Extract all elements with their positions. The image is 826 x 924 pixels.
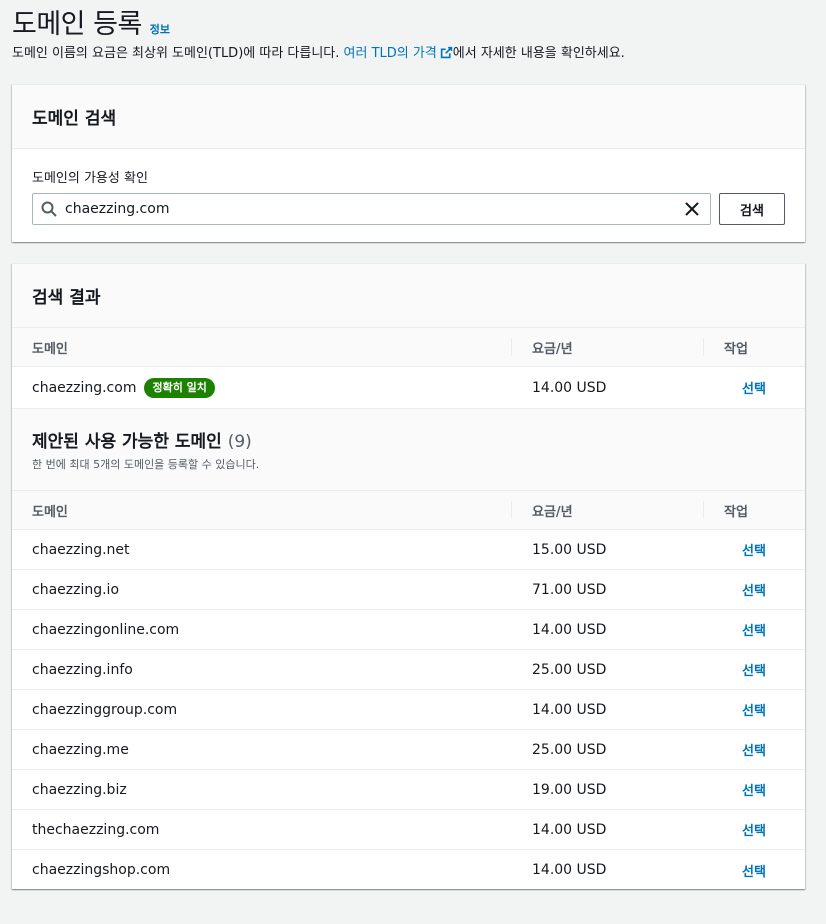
search-button[interactable]: 검색 — [719, 193, 785, 225]
table-row: chaezzing.info 25.00 USD 선택 — [12, 650, 805, 690]
results-panel-title: 검색 결과 — [32, 288, 101, 308]
suggested-domains-header: 제안된 사용 가능한 도메인 (9) 한 번에 최대 5개의 도메인을 등록할 … — [12, 409, 805, 491]
domain-price: 14.00 USD — [532, 821, 607, 838]
search-panel-title: 도메인 검색 — [32, 109, 117, 129]
table-row: chaezzingonline.com 14.00 USD 선택 — [12, 610, 805, 650]
select-link[interactable]: 선택 — [742, 660, 766, 679]
table-row: thechaezzing.com 14.00 USD 선택 — [12, 810, 805, 850]
desc-prefix: 도메인 이름의 요금은 최상위 도메인(TLD)에 따라 다릅니다. — [12, 46, 344, 61]
column-header-action: 작업 — [724, 341, 748, 357]
column-header-action: 작업 — [724, 504, 748, 520]
domain-search-panel: 도메인 검색 도메인의 가용성 확인 검색 — [12, 84, 805, 242]
select-link[interactable]: 선택 — [742, 861, 766, 880]
close-icon[interactable] — [682, 199, 702, 219]
domain-price: 15.00 USD — [532, 541, 607, 558]
availability-label: 도메인의 가용성 확인 — [32, 171, 148, 186]
select-link[interactable]: 선택 — [742, 740, 766, 759]
column-header-price[interactable]: 요금/년 — [512, 328, 704, 366]
suggested-count: (9) — [227, 432, 252, 452]
domain-price: 14.00 USD — [532, 862, 607, 878]
table-row: chaezzing.me 25.00 USD 선택 — [12, 730, 805, 770]
domain-price: 71.00 USD — [532, 581, 607, 598]
desc-suffix: 에서 자세한 내용을 확인하세요. — [452, 46, 625, 61]
domain-search-field[interactable] — [32, 193, 711, 225]
exact-match-badge: 정확히 일치 — [144, 377, 215, 398]
table-row: chaezzinggroup.com 14.00 USD 선택 — [12, 690, 805, 730]
exact-match-row: chaezzing.com 정확히 일치 14.00 USD 선택 — [12, 367, 805, 409]
tld-pricing-link[interactable]: 여러 TLD의 가격 — [344, 46, 453, 61]
domain-search-input[interactable] — [65, 195, 682, 223]
page-header: 도메인 등록 정보 도메인 이름의 요금은 최상위 도메인(TLD)에 따라 다… — [12, 0, 812, 61]
domain-price: 19.00 USD — [532, 781, 607, 798]
domain-price: 14.00 USD — [532, 621, 607, 638]
suggested-description: 한 번에 최대 5개의 도메인을 등록할 수 있습니다. — [32, 458, 260, 471]
domain-name: chaezzing.biz — [32, 781, 127, 798]
table-row: chaezzing.biz 19.00 USD 선택 — [12, 770, 805, 810]
select-link[interactable]: 선택 — [742, 820, 766, 839]
table-row: chaezzing.io 71.00 USD 선택 — [12, 570, 805, 610]
domain-name: chaezzinggroup.com — [32, 701, 178, 718]
results-panel-header: 검색 결과 — [12, 264, 805, 328]
select-link[interactable]: 선택 — [742, 620, 766, 639]
domain-name: thechaezzing.com — [32, 821, 160, 838]
domain-price: 14.00 USD — [532, 701, 607, 718]
select-link[interactable]: 선택 — [742, 780, 766, 799]
search-panel-header: 도메인 검색 — [12, 85, 805, 149]
domain-name: chaezzingonline.com — [32, 621, 180, 638]
domain-price: 25.00 USD — [532, 661, 607, 678]
domain-price: 14.00 USD — [532, 379, 607, 396]
table-header: 도메인 요금/년 작업 — [12, 328, 805, 367]
select-link[interactable]: 선택 — [742, 700, 766, 719]
tld-pricing-link-label[interactable]: 여러 TLD의 가격 — [344, 46, 437, 61]
search-icon — [41, 201, 57, 217]
info-link[interactable]: 정보 — [150, 21, 170, 37]
suggested-table-header: 도메인 요금/년 작업 — [12, 491, 805, 530]
table-row: chaezzing.net 15.00 USD 선택 — [12, 530, 805, 570]
suggested-rows: chaezzing.net 15.00 USD 선택 chaezzing.io … — [12, 530, 805, 890]
select-link[interactable]: 선택 — [742, 580, 766, 599]
column-header-domain[interactable]: 도메인 — [12, 328, 512, 366]
domain-name: chaezzing.info — [32, 661, 133, 678]
domain-name: chaezzing.net — [32, 541, 130, 558]
domain-name: chaezzing.com — [32, 379, 137, 396]
table-row: chaezzingshop.com 14.00 USD 선택 — [12, 850, 805, 890]
column-header-domain[interactable]: 도메인 — [12, 491, 512, 529]
suggested-title: 제안된 사용 가능한 도메인 — [32, 432, 222, 452]
domain-name: chaezzingshop.com — [32, 862, 171, 878]
search-results-panel: 검색 결과 도메인 요금/년 작업 chaezzing.com 정확히 일치 1… — [12, 263, 805, 889]
external-link-icon[interactable] — [440, 46, 453, 59]
domain-price: 25.00 USD — [532, 741, 607, 758]
page-description: 도메인 이름의 요금은 최상위 도메인(TLD)에 따라 다릅니다. 여러 TL… — [12, 42, 812, 61]
select-link[interactable]: 선택 — [742, 378, 766, 397]
column-header-price[interactable]: 요금/년 — [512, 491, 704, 529]
domain-name: chaezzing.io — [32, 581, 120, 598]
page-title: 도메인 등록 — [12, 9, 142, 40]
select-link[interactable]: 선택 — [742, 540, 766, 559]
domain-name: chaezzing.me — [32, 741, 129, 758]
